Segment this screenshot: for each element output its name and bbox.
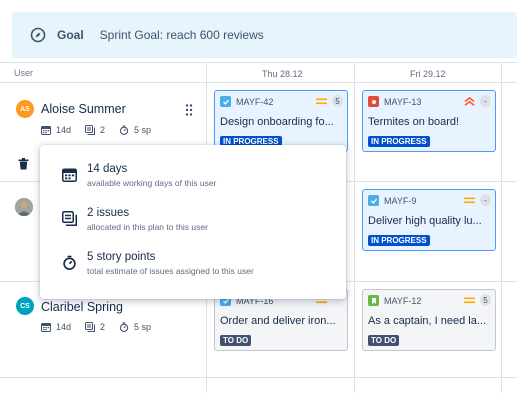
column-divider (501, 62, 502, 393)
issue-card[interactable]: MAYF-9 - Deliver high quality lu... IN P… (362, 189, 496, 251)
popup-issues-desc: allocated in this plan to this user (87, 222, 208, 232)
calendar-icon (62, 168, 77, 182)
user-stats: 14d 2 5 sp (41, 125, 165, 135)
avatar-photo (15, 198, 33, 216)
estimate-badge: 5 (480, 294, 491, 306)
row-divider (0, 377, 517, 378)
stopwatch-icon (119, 125, 129, 135)
estimate-badge: 5 (332, 95, 343, 107)
priority-medium-icon (464, 297, 475, 304)
issue-title: Design onboarding fo... (220, 116, 334, 128)
estimate-badge: - (480, 95, 491, 107)
planner-board: Goal Sprint Goal: reach 600 reviews User… (0, 0, 517, 393)
issues-icon (62, 211, 77, 226)
popup-days-title: 14 days (87, 163, 128, 175)
issue-title: As a captain, I need la... (368, 315, 487, 327)
story-points-value: 5 sp (134, 322, 152, 332)
popup-days-desc: available working days of this user (87, 178, 217, 188)
calendar-icon (41, 126, 51, 135)
calendar-icon (41, 323, 51, 332)
day-header-thu: Thu 28.12 (262, 69, 303, 79)
days-value: 14d (56, 125, 72, 135)
compass-icon (30, 27, 46, 43)
stopwatch-icon (63, 255, 76, 270)
user-stats: 14d 2 5 sp (41, 322, 165, 332)
popup-story-points-item: 5 story points total estimate of issues … (62, 251, 254, 276)
row-divider (0, 82, 517, 83)
issues-value: 2 (100, 125, 106, 135)
user-name[interactable]: Claribel Spring (41, 300, 123, 314)
task-type-icon (368, 195, 379, 206)
status-lozenge: TO DO (220, 335, 252, 346)
issue-card[interactable]: MAYF-42 5 Design onboarding fo... IN PRO… (214, 90, 348, 152)
story-type-icon (368, 295, 379, 306)
avatar: AS (16, 100, 34, 118)
goal-label: Goal (57, 28, 84, 42)
status-lozenge: TO DO (368, 335, 400, 346)
stopwatch-icon (119, 322, 129, 332)
popup-issues-title: 2 issues (87, 207, 130, 219)
bug-type-icon (368, 96, 379, 107)
trash-icon[interactable] (18, 158, 29, 170)
popup-days-item: 14 days available working days of this u… (62, 163, 216, 188)
user-stats-popup: 14 days available working days of this u… (40, 145, 346, 299)
person-photo-icon (15, 198, 33, 216)
issues-icon (85, 125, 96, 135)
popup-story-points-title: 5 story points (87, 251, 156, 263)
drag-handle-icon[interactable] (184, 103, 194, 117)
days-value: 14d (56, 322, 72, 332)
issue-key[interactable]: MAYF-9 (384, 196, 416, 206)
issue-key[interactable]: MAYF-13 (384, 97, 421, 107)
issue-key[interactable]: MAYF-12 (384, 296, 421, 306)
priority-medium-icon (464, 197, 475, 204)
user-column-header: User (14, 68, 34, 78)
estimate-badge: - (480, 194, 491, 206)
issue-title: Termites on board! (368, 116, 460, 128)
issue-key[interactable]: MAYF-42 (236, 97, 273, 107)
status-lozenge: IN PROGRESS (368, 235, 430, 246)
issues-icon (85, 322, 96, 332)
task-type-icon (220, 96, 231, 107)
user-name[interactable]: Aloise Summer (41, 102, 126, 116)
popup-story-points-desc: total estimate of issues assigned to thi… (87, 266, 254, 276)
issues-value: 2 (100, 322, 106, 332)
column-divider (354, 62, 355, 393)
sprint-goal-banner: Goal Sprint Goal: reach 600 reviews (12, 12, 517, 58)
issue-title: Deliver high quality lu... (368, 215, 482, 227)
goal-text: Sprint Goal: reach 600 reviews (99, 28, 264, 42)
priority-highest-icon (464, 97, 475, 106)
day-header-fri: Fri 29.12 (410, 69, 446, 79)
priority-medium-icon (316, 98, 327, 105)
issue-card[interactable]: MAYF-13 - Termites on board! IN PROGRESS (362, 90, 496, 152)
issue-card[interactable]: MAYF-12 5 As a captain, I need la... TO … (362, 289, 496, 351)
status-lozenge: IN PROGRESS (368, 136, 430, 147)
avatar: CS (16, 297, 34, 315)
popup-issues-item: 2 issues allocated in this plan to this … (62, 207, 208, 232)
row-divider (0, 62, 517, 63)
story-points-value: 5 sp (134, 125, 152, 135)
issue-title: Order and deliver iron... (220, 315, 336, 327)
